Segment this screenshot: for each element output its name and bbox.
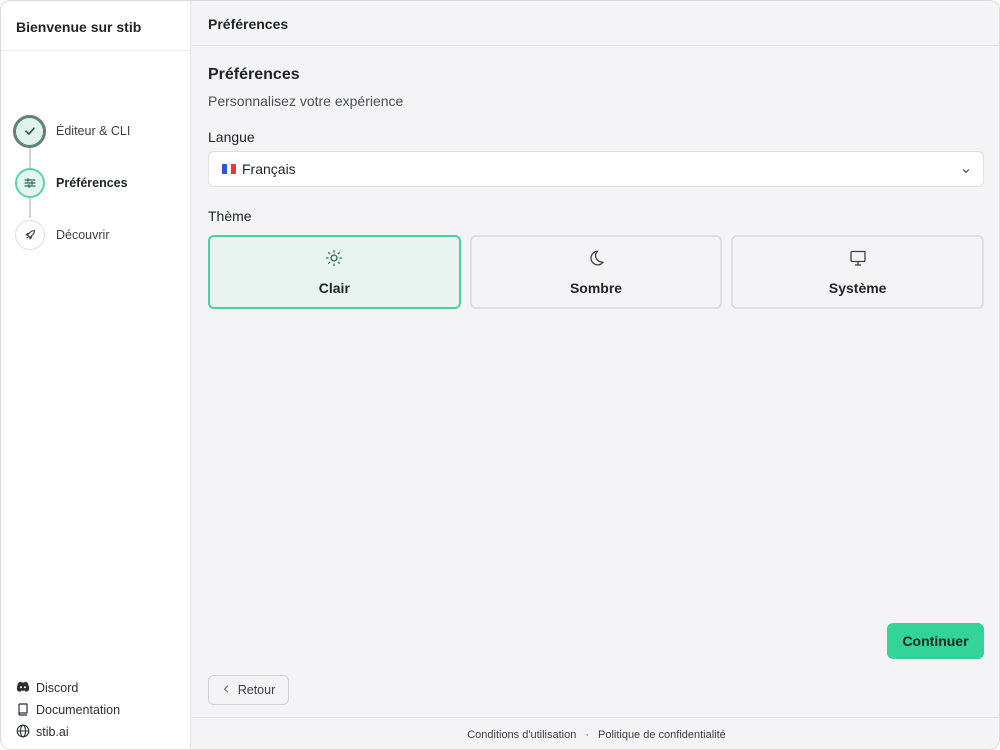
website-label: stib.ai xyxy=(36,725,69,739)
theme-options: Clair Sombre Système xyxy=(208,235,985,309)
back-button[interactable]: Retour xyxy=(208,675,289,705)
book-icon xyxy=(16,702,36,719)
check-icon xyxy=(13,114,46,148)
theme-option-systeme[interactable]: Système xyxy=(731,235,985,309)
language-value: Français xyxy=(242,161,296,177)
back-label: Retour xyxy=(237,683,276,697)
page-subtitle: Personnalisez votre expérience xyxy=(208,93,404,109)
step-label: Découvrir xyxy=(56,228,110,242)
discord-label: Discord xyxy=(36,681,79,695)
step-decouvrir[interactable]: Découvrir xyxy=(1,218,191,252)
documentation-link[interactable]: Documentation xyxy=(16,699,120,721)
theme-option-label: Système xyxy=(828,279,887,296)
theme-label: Thème xyxy=(208,208,252,224)
documentation-label: Documentation xyxy=(36,703,121,717)
continue-button[interactable]: Continuer xyxy=(887,623,984,659)
chevron-left-icon xyxy=(222,683,238,697)
main-panel: Préférences Préférences Personnalisez vo… xyxy=(192,1,999,749)
discord-icon xyxy=(16,681,36,696)
page-title: Préférences xyxy=(208,66,300,83)
sidebar-links: Discord Documentation stib.ai xyxy=(16,677,120,743)
sliders-icon xyxy=(15,168,45,198)
sun-icon xyxy=(325,249,343,272)
footer-separator: · xyxy=(585,728,589,741)
footer: Conditions d'utilisation · Politique de … xyxy=(192,717,999,749)
language-label: Langue xyxy=(208,129,255,145)
monitor-icon xyxy=(849,249,867,272)
sidebar-title: Bienvenue sur stib xyxy=(1,1,190,51)
rocket-icon xyxy=(15,220,45,250)
website-link[interactable]: stib.ai xyxy=(16,721,120,743)
theme-option-sombre[interactable]: Sombre xyxy=(469,235,723,309)
chevron-down-icon xyxy=(961,163,971,179)
preferences-form: Préférences Personnalisez votre expérien… xyxy=(208,66,985,309)
sidebar: Bienvenue sur stib Éditeur & CLI Préfére… xyxy=(1,1,191,749)
step-editeur-cli[interactable]: Éditeur & CLI xyxy=(1,114,191,148)
moon-icon xyxy=(587,249,605,272)
globe-icon xyxy=(16,724,36,741)
theme-option-clair[interactable]: Clair xyxy=(208,235,461,309)
step-connector xyxy=(29,198,31,218)
theme-option-label: Sombre xyxy=(569,279,623,296)
french-flag-icon xyxy=(222,164,236,174)
step-preferences[interactable]: Préférences xyxy=(1,166,191,200)
terms-link[interactable]: Conditions d'utilisation xyxy=(467,729,576,741)
privacy-link[interactable]: Politique de confidentialité xyxy=(598,729,726,741)
discord-link[interactable]: Discord xyxy=(16,677,120,699)
topbar-title: Préférences xyxy=(192,1,999,46)
app-window: Bienvenue sur stib Éditeur & CLI Préfére… xyxy=(0,0,1000,750)
language-select[interactable]: Français xyxy=(208,151,984,187)
theme-option-label: Clair xyxy=(318,279,350,296)
step-label: Préférences xyxy=(56,176,128,190)
step-label: Éditeur & CLI xyxy=(56,124,131,138)
